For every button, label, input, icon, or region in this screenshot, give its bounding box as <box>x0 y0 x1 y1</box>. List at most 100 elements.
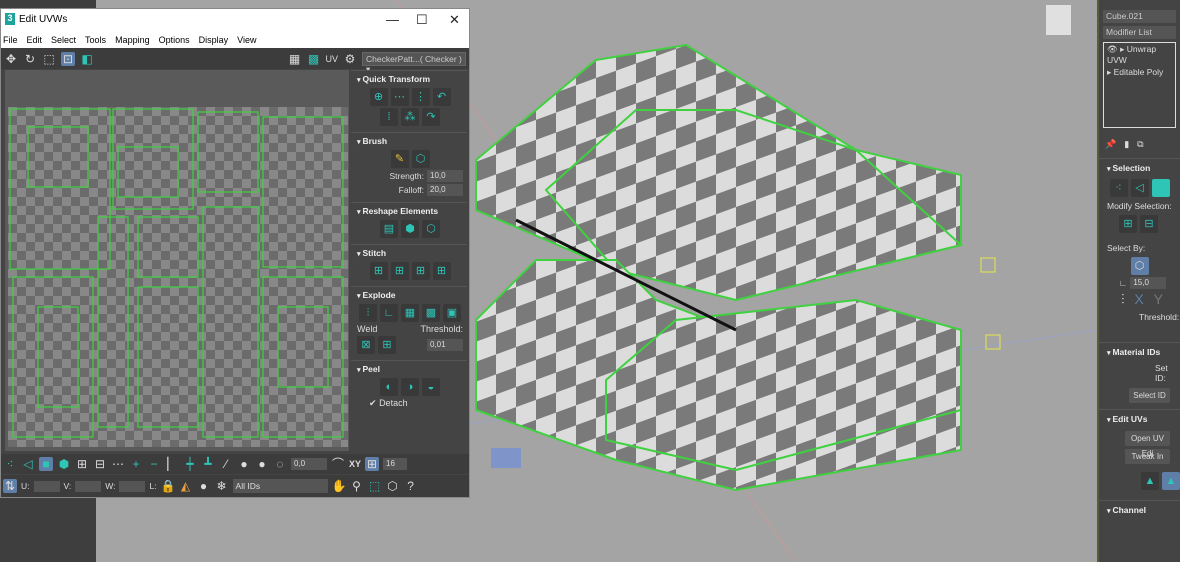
vertex-mode-icon[interactable]: ⁖ <box>1109 179 1128 197</box>
straighten-icon[interactable]: ▤ <box>380 220 398 238</box>
hide-icon[interactable]: ◭ <box>179 479 193 493</box>
relax-until-flat-icon[interactable]: ⬢ <box>401 220 419 238</box>
shrink-selection-icon[interactable]: ⊟ <box>93 457 107 471</box>
scale-icon[interactable]: ⬚ <box>42 52 56 66</box>
w-input[interactable] <box>119 480 146 492</box>
paint-shrink-icon[interactable]: ● <box>255 457 269 471</box>
align-vertical-icon[interactable]: ⋮ <box>411 88 430 106</box>
flatten-by-angle-icon[interactable]: ∟ <box>380 304 398 322</box>
stitch-custom-icon[interactable]: ⊞ <box>369 262 388 280</box>
edge-mode-icon[interactable]: ◁ <box>1130 179 1149 197</box>
ring-shrink-icon[interactable]: ┻ <box>201 457 215 471</box>
menu-options[interactable]: Options <box>159 35 190 45</box>
paint-move-icon[interactable]: ✎ <box>390 150 409 168</box>
show-end-icon[interactable]: ▮ <box>1124 139 1129 150</box>
y-axis-icon[interactable]: Y <box>1154 291 1163 308</box>
freeze-icon[interactable]: ❄ <box>215 479 229 493</box>
grow-icon[interactable]: ⊞ <box>1119 215 1137 233</box>
flatten-by-polygon-icon[interactable]: ▦ <box>401 304 419 322</box>
menu-view[interactable]: View <box>237 35 256 45</box>
xy-toggle[interactable]: XY <box>349 459 361 469</box>
element-select-icon[interactable]: ⬢ <box>57 457 71 471</box>
x-axis-icon[interactable]: X <box>1134 291 1143 308</box>
help-icon[interactable]: ? <box>404 479 418 493</box>
space-icon[interactable]: ⁞ <box>380 108 398 126</box>
open-uv-editor-button[interactable]: Open UV Edi <box>1125 431 1170 458</box>
menu-select[interactable]: Select <box>51 35 76 45</box>
polygon-mode-icon[interactable] <box>1151 179 1170 197</box>
weld-selected-icon[interactable]: ⊠ <box>357 336 375 354</box>
stack-item-unwrap[interactable]: 👁 ▸ Unwrap UVW <box>1104 43 1175 66</box>
rotate-ccw-icon[interactable]: ↶ <box>432 88 451 106</box>
relax-brush-icon[interactable]: ⬡ <box>411 150 430 168</box>
modifier-list-dropdown[interactable]: Modifier List <box>1103 26 1176 39</box>
grid-snap-icon[interactable]: ⊞ <box>365 457 380 471</box>
u-input[interactable] <box>33 480 60 492</box>
lock-icon[interactable]: 🔒 <box>161 479 176 493</box>
grow-selection-icon[interactable]: ⊞ <box>75 457 89 471</box>
pan-icon[interactable]: ✋ <box>332 479 347 493</box>
menu-mapping[interactable]: Mapping <box>115 35 150 45</box>
zoom-extents-icon[interactable]: ⬡ <box>386 479 400 493</box>
stitch-source-icon[interactable]: ⊞ <box>390 262 409 280</box>
soft-selection-icon[interactable]: ◌ <box>273 457 287 471</box>
stitch-target-icon[interactable]: ⊞ <box>411 262 430 280</box>
edit-uvs-title[interactable]: Edit UVs <box>1099 409 1180 428</box>
checker-toggle-icon[interactable]: ▦ <box>287 52 301 66</box>
object-name-field[interactable]: Cube.021 <box>1103 10 1176 23</box>
menu-edit[interactable]: Edit <box>27 35 43 45</box>
v-input[interactable] <box>75 480 102 492</box>
weld-all-icon[interactable]: ⊞ <box>378 336 396 354</box>
shrink-icon[interactable]: ⊟ <box>1140 215 1158 233</box>
grid-value-spinner[interactable]: 16 <box>383 458 408 470</box>
move-icon[interactable]: ✥ <box>4 52 18 66</box>
uv-label[interactable]: UV <box>325 54 338 64</box>
tweak-icon[interactable]: ▲ <box>1141 472 1159 490</box>
stitch-average-icon[interactable]: ⊞ <box>432 262 451 280</box>
paint-grow-icon[interactable]: ● <box>237 457 251 471</box>
select-id-button[interactable]: Select ID <box>1129 388 1170 403</box>
loop-grow-icon[interactable]: + <box>129 457 143 471</box>
flatten-by-material-icon[interactable]: ▩ <box>422 304 440 322</box>
reset-peel-icon[interactable]: ◒ <box>422 378 440 396</box>
by-angle-icon[interactable]: ∟ <box>1119 278 1127 288</box>
ring-grow-icon[interactable]: ┿ <box>183 457 197 471</box>
filter-icon[interactable]: ● <box>197 479 211 493</box>
stack-item-editable-poly[interactable]: ▸ Editable Poly <box>1104 66 1175 79</box>
zoom-region-icon[interactable]: ⬚ <box>368 479 382 493</box>
align-horizontal-icon[interactable]: ⋯ <box>390 88 409 106</box>
material-id-select[interactable]: All IDs <box>232 479 328 493</box>
relax-icon[interactable]: ⬡ <box>422 220 440 238</box>
menu-file[interactable]: File <box>3 35 18 45</box>
make-unique-icon[interactable]: ⧉ <box>1137 139 1143 150</box>
loop-shrink-icon[interactable]: − <box>147 457 161 471</box>
checker-settings-icon[interactable]: ⚙ <box>343 52 357 66</box>
peel-mode-icon[interactable]: ◑ <box>401 378 419 396</box>
close-button[interactable]: ✕ <box>449 12 460 28</box>
rotate-icon[interactable]: ↻ <box>23 52 37 66</box>
zoom-icon[interactable]: ⚲ <box>350 479 364 493</box>
reshape-title[interactable]: Reshape Elements <box>357 206 463 216</box>
polygon-select-icon[interactable]: ■ <box>39 457 53 471</box>
show-map-icon[interactable]: ▩ <box>306 52 320 66</box>
flatten-icon[interactable]: ▣ <box>443 304 461 322</box>
align-center-icon[interactable]: ⊕ <box>369 88 388 106</box>
explode-title[interactable]: Explode <box>357 290 463 300</box>
absolute-offset-icon[interactable]: ⇅ <box>3 479 17 493</box>
stitch-title[interactable]: Stitch <box>357 248 463 258</box>
threshold-spinner[interactable]: 0,01 <box>427 339 463 351</box>
pin-icon[interactable]: 📌 <box>1105 139 1116 150</box>
maximize-button[interactable]: ☐ <box>416 12 428 28</box>
select-element-icon[interactable]: ⬡ <box>1130 257 1149 275</box>
falloff-curve-icon[interactable]: ⌒ <box>331 457 345 471</box>
menu-display[interactable]: Display <box>199 35 229 45</box>
menu-tools[interactable]: Tools <box>85 35 106 45</box>
uv-editor-canvas[interactable] <box>5 70 349 451</box>
edge-select-icon[interactable]: ◁ <box>21 457 35 471</box>
selection-title[interactable]: Selection <box>1099 158 1180 177</box>
paint-select-icon[interactable]: ⁄ <box>219 457 233 471</box>
mirror-select-icon[interactable]: ⫶ <box>1121 291 1125 308</box>
rotate-cw-icon[interactable]: ↷ <box>422 108 440 126</box>
quick-peel-icon[interactable]: ◐ <box>380 378 398 396</box>
mirror-icon[interactable]: ◧ <box>80 52 94 66</box>
